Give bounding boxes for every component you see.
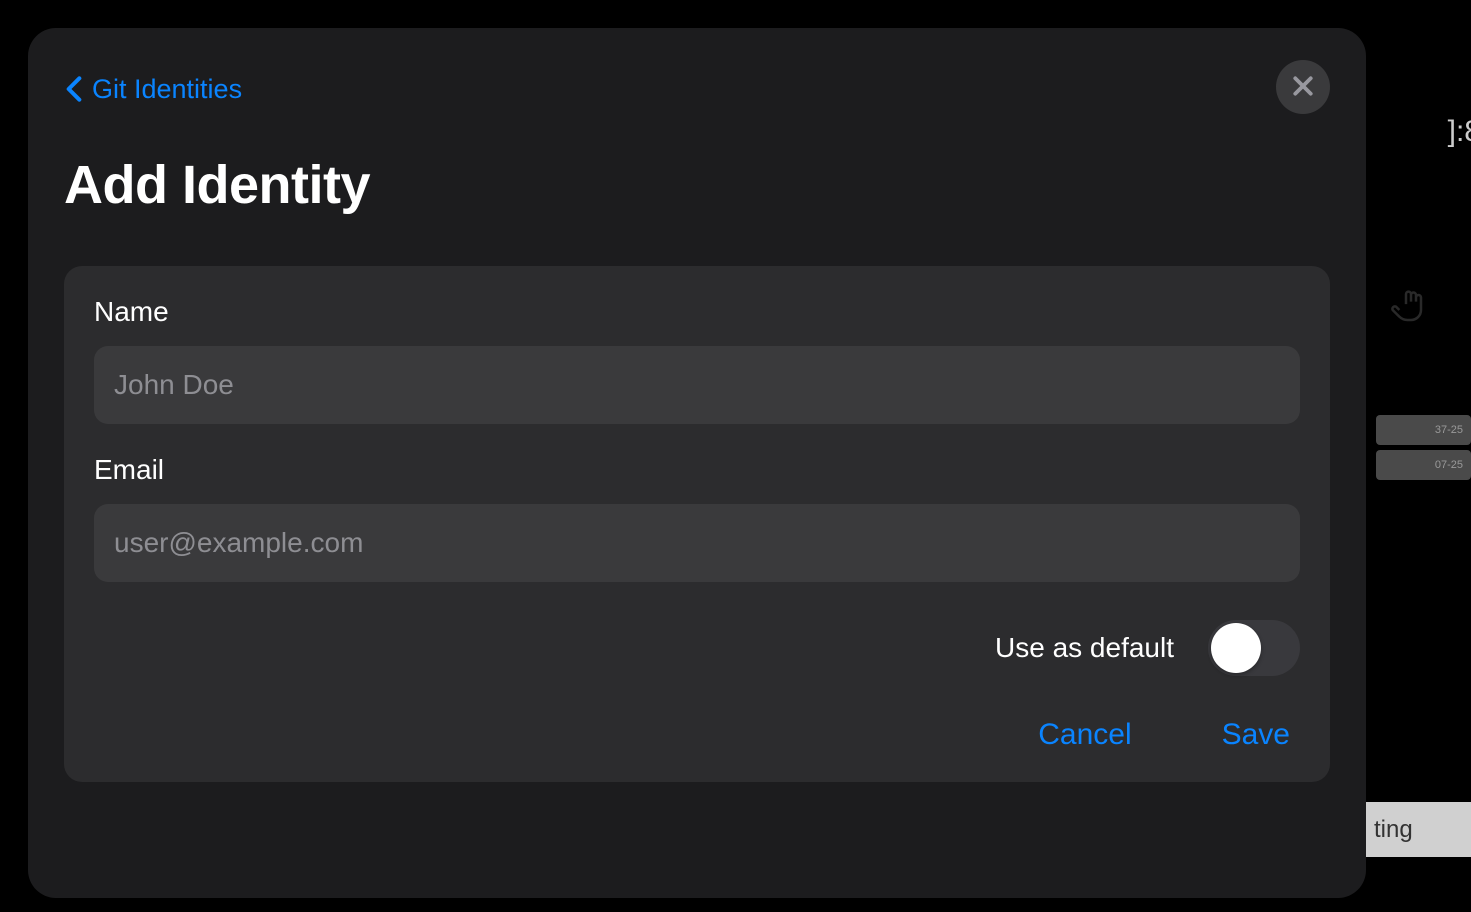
name-input[interactable] [94,346,1300,424]
cancel-button[interactable]: Cancel [1038,718,1131,752]
backdrop-date-badge-1: 37-25 [1376,415,1471,445]
back-button[interactable]: Git Identities [64,73,242,105]
email-input[interactable] [94,504,1300,582]
default-toggle-label: Use as default [995,632,1174,664]
toggle-knob [1211,623,1261,673]
backdrop-port-text: ]:8 [1448,115,1471,149]
backdrop-bottom-text: ting [1366,802,1471,857]
form-card: Name Email Use as default Cancel Save [64,266,1330,782]
name-field-group: Name [94,296,1300,424]
touch-icon [1391,285,1431,325]
email-label: Email [94,454,1300,486]
backdrop-date-badge-2: 07-25 [1376,450,1471,480]
add-identity-modal: Git Identities Add Identity Name Email U… [28,28,1366,898]
page-title: Add Identity [64,154,1330,216]
action-buttons: Cancel Save [94,718,1300,752]
email-field-group: Email [94,454,1300,582]
modal-header: Git Identities [64,64,1330,114]
save-button[interactable]: Save [1222,718,1290,752]
close-icon [1292,75,1314,100]
back-button-label: Git Identities [92,74,242,105]
chevron-left-icon [64,73,84,105]
close-button[interactable] [1276,60,1330,114]
default-toggle-row: Use as default [94,620,1300,676]
backdrop-sidebar: ]:8 37-25 07-25 ting [1361,0,1471,912]
default-toggle[interactable] [1208,620,1300,676]
name-label: Name [94,296,1300,328]
